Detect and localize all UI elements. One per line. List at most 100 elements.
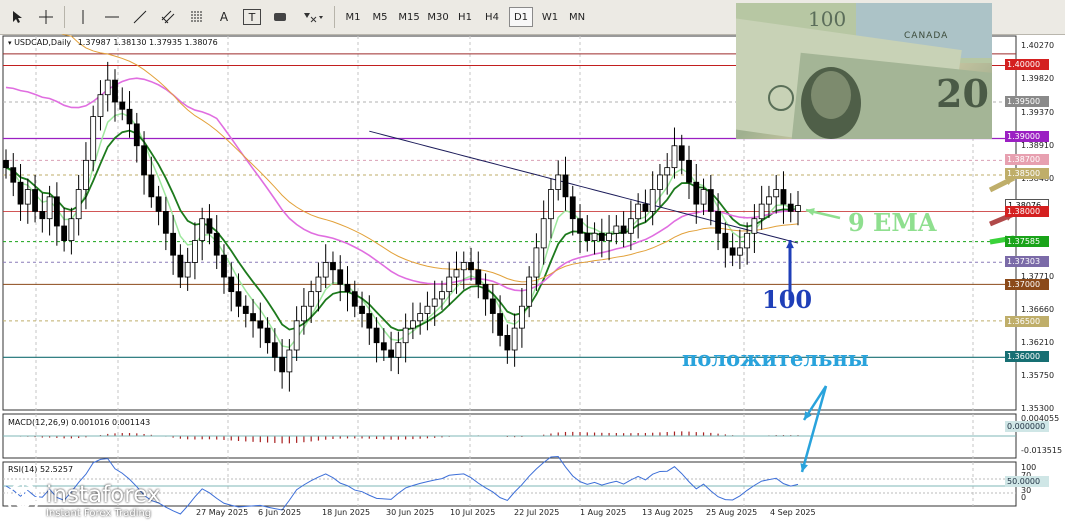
candle-body (686, 159, 692, 183)
candle-body (97, 94, 104, 117)
tf-m5[interactable]: M5 (369, 7, 391, 27)
candle-body (715, 211, 721, 234)
candle-body (780, 189, 787, 205)
crosshair-icon[interactable] (37, 7, 55, 27)
price-label-1.36000: 1.36000 (1005, 351, 1049, 362)
candle-body (482, 283, 489, 300)
candle-body (446, 276, 453, 293)
candle-body (409, 320, 416, 329)
rsi-header: RSI(14) 52.5257 (8, 465, 74, 474)
date-label: 6 Jun 2025 (258, 508, 302, 517)
candle-body (475, 269, 482, 285)
candle-body (693, 181, 700, 205)
candle-body (119, 101, 126, 110)
candle-body (380, 342, 387, 351)
price-tick: 1.36210 (1021, 338, 1055, 347)
candle-body (424, 305, 431, 314)
banknote-20-text: 20 (936, 71, 989, 116)
price-label-1.37585: 1.37585 (1005, 236, 1049, 247)
candle-body (569, 196, 576, 220)
candle-body (729, 247, 736, 256)
candle-body (649, 189, 656, 212)
annotation-100: 100 (762, 285, 813, 314)
candle-body (598, 232, 605, 241)
candle-body (184, 262, 191, 278)
candle-body (83, 159, 89, 190)
candle-body (271, 342, 278, 358)
candle-body (439, 291, 445, 300)
tf-h4[interactable]: H4 (481, 7, 503, 27)
candle-body (141, 145, 147, 176)
candle-body (39, 211, 46, 220)
candle-body (366, 313, 373, 329)
candle-body (104, 79, 111, 96)
price-label-1.39000: 1.39000 (1005, 131, 1049, 142)
candle-body (664, 167, 671, 176)
vertical-line-icon[interactable] (74, 7, 92, 27)
price-label-1.39500: 1.39500 (1005, 96, 1049, 107)
candle-body (199, 218, 206, 241)
price-label-1.38500: 1.38500 (1005, 168, 1049, 179)
tf-m15[interactable]: M15 (396, 7, 422, 27)
symbol-label: USDCAD,Daily (14, 38, 72, 47)
candle-body (635, 203, 642, 220)
candle-body (162, 211, 169, 234)
logo-tagline: Instant Forex Trading (46, 508, 152, 519)
date-label: 13 Aug 2025 (642, 508, 694, 517)
candle-body (700, 189, 707, 205)
candle-body (250, 313, 256, 322)
shapes-menu-icon[interactable] (300, 7, 326, 27)
candle-body (395, 342, 402, 358)
arrow-to-rsi (800, 385, 828, 473)
annotation-positive: положительны (682, 346, 869, 371)
candle-body (489, 298, 496, 314)
tf-d1[interactable]: D1 (509, 7, 533, 27)
candle-body (61, 225, 68, 241)
candle-body (795, 205, 801, 212)
candle-body (10, 167, 17, 183)
banknote-100-text: 100 (808, 7, 847, 31)
candle-body (460, 262, 467, 271)
price-tick: 1.36660 (1021, 305, 1055, 314)
candle-body (707, 189, 714, 212)
channel-icon[interactable] (159, 7, 177, 27)
tf-m1[interactable]: M1 (342, 7, 364, 27)
trendline-icon[interactable] (131, 7, 149, 27)
cursor-icon[interactable] (8, 7, 26, 27)
candle-body (468, 262, 474, 271)
candle-body (148, 174, 155, 198)
candle-body (32, 189, 38, 212)
date-label: 30 Jun 2025 (386, 508, 435, 517)
tf-m30[interactable]: M30 (425, 7, 451, 27)
candle-body (657, 174, 663, 190)
macd-zero-label: 0.000000 (1005, 421, 1049, 432)
candle-body (642, 203, 649, 212)
candle-body (213, 232, 220, 256)
price-tick: 1.35750 (1021, 371, 1055, 380)
fibonacci-icon[interactable] (188, 7, 206, 27)
text-tool[interactable]: A (215, 7, 233, 27)
price-tick: 1.35300 (1021, 404, 1055, 413)
date-label: 25 Aug 2025 (706, 508, 758, 517)
candle-body (286, 349, 293, 373)
candle-body (613, 225, 620, 234)
candle-body (264, 327, 271, 344)
price-tick: 1.39370 (1021, 108, 1055, 117)
label-tool[interactable]: T (243, 9, 261, 25)
candle-body (417, 313, 424, 322)
candle-body (773, 189, 780, 198)
candle-body (170, 232, 177, 256)
candle-body (337, 269, 344, 285)
candle-body (3, 159, 9, 169)
price-tick: 1.38910 (1021, 141, 1055, 150)
horizontal-line-icon[interactable] (103, 7, 121, 27)
date-label: 27 May 2025 (196, 508, 249, 517)
rectangle-label-icon[interactable] (271, 7, 289, 27)
tf-mn[interactable]: MN (565, 7, 589, 27)
tf-h1[interactable]: H1 (454, 7, 476, 27)
tf-w1[interactable]: W1 (538, 7, 562, 27)
candle-body (758, 203, 765, 220)
candle-body (526, 276, 533, 307)
candle-body (90, 116, 97, 161)
candle-body (221, 254, 227, 278)
